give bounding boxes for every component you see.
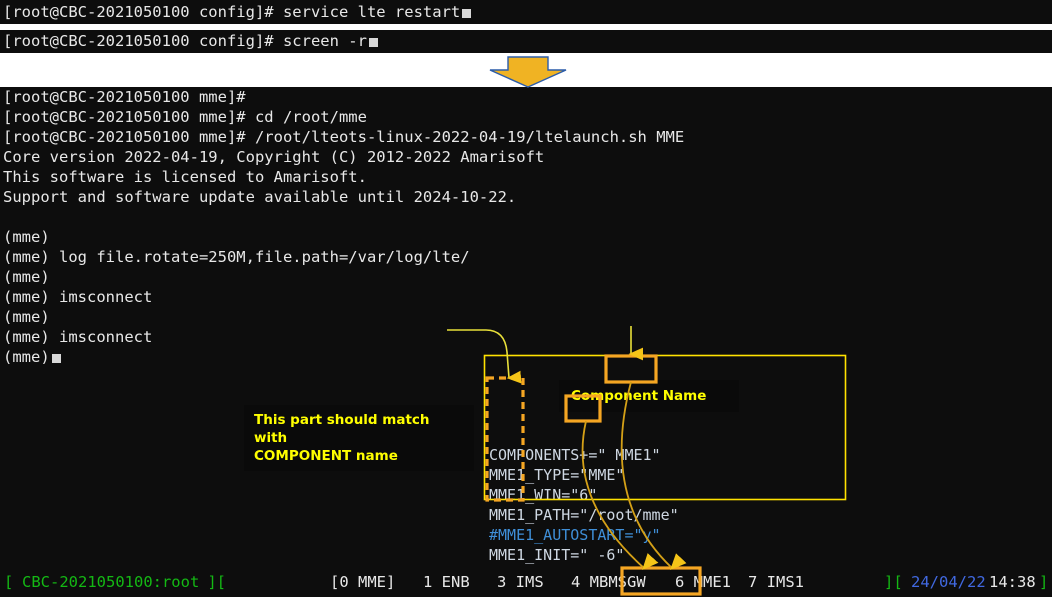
- terminal-top-line: [root@CBC-2021050100 config]# service lt…: [3, 2, 472, 22]
- cursor-block-top: [462, 9, 472, 18]
- status-time: 14:38: [989, 573, 1036, 591]
- terminal-line: (mme): [3, 308, 50, 326]
- terminal-line: (mme): [3, 347, 1049, 367]
- annotation-component-name: Component Name: [559, 380, 739, 412]
- terminal-line: This software is licensed to Amarisoft.: [3, 168, 367, 186]
- terminal-second-text: [root@CBC-2021050100 config]# screen -r: [3, 32, 367, 50]
- terminal-line: (mme): [3, 228, 50, 246]
- terminal-line: (mme) imsconnect: [3, 328, 153, 346]
- terminal-output: [root@CBC-2021050100 mme]# [root@CBC-2021…: [3, 87, 1049, 367]
- terminal-line: Support and software update available un…: [3, 188, 517, 206]
- cursor-block-main: [51, 354, 61, 363]
- terminal-band-top: [root@CBC-2021050100 config]# service lt…: [0, 0, 1052, 24]
- cursor-block-second: [368, 38, 378, 47]
- terminal-line: (mme) imsconnect: [3, 288, 153, 306]
- status-end-bracket: ]: [1039, 573, 1049, 591]
- terminal-line: Core version 2022-04-19, Copyright (C) 2…: [3, 148, 545, 166]
- terminal-top-text: [root@CBC-2021050100 config]# service lt…: [3, 3, 461, 21]
- status-host-close: ][: [198, 573, 226, 591]
- status-hostname: CBC-2021050100:root: [22, 573, 200, 591]
- terminal-band-second: [root@CBC-2021050100 config]# screen -r: [0, 30, 1052, 53]
- screen-status-bar: [ CBC-2021050100:root ][ [0 MME] 1 ENB 3…: [0, 568, 1052, 597]
- status-window-0-mme[interactable]: [0 MME]: [330, 573, 395, 591]
- status-window-1-enb[interactable]: 1 ENB: [423, 573, 470, 591]
- terminal-line: (mme) log file.rotate=250M,file.path=/va…: [3, 248, 470, 266]
- terminal-band-main: [root@CBC-2021050100 mme]# [root@CBC-2021…: [0, 87, 1052, 597]
- config-line: MME1_PATH="/root/mme": [489, 506, 679, 524]
- screenshot-root: [root@CBC-2021050100 config]# service lt…: [0, 0, 1052, 597]
- config-line: #MME1_AUTOSTART="y": [489, 526, 661, 544]
- config-line: MME1_WIN="6": [489, 486, 598, 504]
- status-date: 24/04/22: [911, 573, 986, 591]
- config-line: COMPONENTS+=" MME1": [489, 446, 661, 464]
- status-host-open: [: [4, 573, 23, 591]
- terminal-line: [root@CBC-2021050100 mme]# cd /root/mme: [3, 108, 367, 126]
- terminal-line: [root@CBC-2021050100 mme]#: [3, 88, 246, 106]
- terminal-line: (mme): [3, 268, 50, 286]
- status-window-7-ims1[interactable]: 7 IMS1: [748, 573, 804, 591]
- terminal-line: [root@CBC-2021050100 mme]# /root/lteots-…: [3, 128, 685, 146]
- terminal-second-line: [root@CBC-2021050100 config]# screen -r: [3, 31, 378, 51]
- component-config-block: COMPONENTS+=" MME1" MME1_TYPE="MME" MME1_W…: [489, 445, 839, 585]
- config-line: MME1_TYPE="MME": [489, 466, 625, 484]
- status-tail-bracket: ][: [884, 573, 903, 591]
- config-line: MME1_INIT=" -6": [489, 546, 625, 564]
- status-window-4-mbmsgw[interactable]: 4 MBMSGW: [571, 573, 646, 591]
- status-window-6-mme1[interactable]: 6 MME1: [675, 573, 731, 591]
- down-arrow-icon: [489, 56, 567, 88]
- annotation-match-component: This part should match with COMPONENT na…: [244, 405, 474, 471]
- status-window-3-ims[interactable]: 3 IMS: [497, 573, 544, 591]
